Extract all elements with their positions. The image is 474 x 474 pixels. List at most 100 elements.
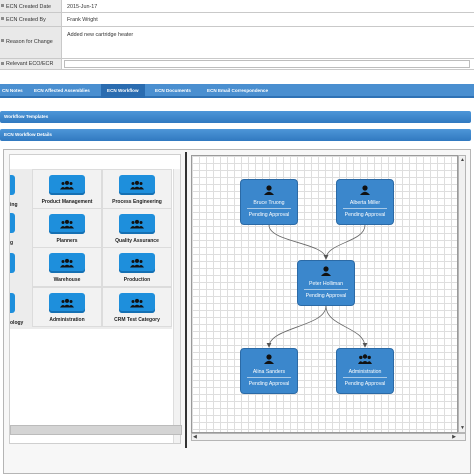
category-label: Warehouse — [53, 277, 81, 283]
category-label: Planners — [56, 238, 78, 244]
form-row-created-date: ECN Created Date 2015-Jun-17 — [0, 0, 474, 13]
category-button[interactable] — [49, 175, 85, 195]
workflow-connector — [323, 224, 366, 260]
category-button[interactable] — [49, 293, 85, 313]
palette-partial-button[interactable] — [10, 175, 15, 195]
created-date-value: 2015-Jun-17 — [67, 4, 98, 10]
user-icon — [264, 185, 274, 195]
field-label: Relevant ECO/ECR — [0, 59, 62, 69]
bullet-icon — [1, 39, 4, 42]
group-icon — [130, 219, 144, 229]
tab-ecn-email-correspondence[interactable]: ECN Email Correspondence — [207, 84, 268, 98]
node-status: Pending Approval — [305, 293, 347, 299]
node-status: Pending Approval — [248, 381, 290, 387]
tab-bar: CN Notes ECN Affected Assemblies ECN Wor… — [0, 84, 474, 98]
scroll-up-arrow-icon[interactable]: ▲ — [460, 157, 465, 163]
category-button[interactable] — [49, 253, 85, 273]
group-icon — [60, 219, 74, 229]
palette-item-product-management[interactable]: Product Management — [32, 169, 102, 209]
canvas-vertical-scrollbar[interactable]: ▲ ▼ — [458, 155, 466, 433]
tab-ecn-affected-assemblies[interactable]: ECN Affected Assemblies — [34, 84, 90, 98]
palette-item-quality-assurance[interactable]: Quality Assurance — [102, 208, 172, 248]
category-label: Administration — [49, 317, 85, 323]
canvas-horizontal-scrollbar[interactable]: ◀ ▶ — [191, 433, 466, 441]
node-name: Peter Holliman — [308, 281, 344, 287]
category-label: Process Engineering — [112, 199, 162, 205]
tab-ecn-documents[interactable]: ECN Documents — [155, 84, 191, 98]
category-button[interactable] — [119, 253, 155, 273]
scroll-left-arrow-icon[interactable]: ◀ — [193, 434, 197, 440]
category-button[interactable] — [119, 175, 155, 195]
category-button[interactable] — [49, 214, 85, 234]
ecn-workflow-screen: ECN Created Date 2015-Jun-17 ECN Created… — [0, 0, 474, 474]
group-icon — [130, 298, 144, 308]
user-icon — [321, 266, 331, 276]
palette-partial-label: g — [10, 240, 14, 246]
group-icon — [358, 354, 372, 364]
workflow-connector — [266, 305, 327, 348]
group-icon — [60, 258, 74, 268]
group-icon — [130, 258, 144, 268]
palette-item-warehouse[interactable]: Warehouse — [32, 247, 102, 287]
palette-partial-button[interactable] — [10, 293, 15, 313]
node-status: Pending Approval — [344, 381, 386, 387]
category-label: CRM Test Category — [114, 317, 160, 323]
palette-item-production[interactable]: Production — [102, 247, 172, 287]
node-divider — [343, 377, 387, 378]
palette-partial-label: ing — [10, 202, 18, 208]
workflow-connector — [268, 224, 329, 260]
palette-item-planners[interactable]: Planners — [32, 208, 102, 248]
bullet-icon — [1, 17, 4, 20]
workflow-node-alina-sanders[interactable]: Alina Sanders Pending Approval — [240, 348, 298, 394]
node-name: Alina Sanders — [252, 369, 286, 375]
node-status: Pending Approval — [344, 212, 386, 218]
field-label: ECN Created Date — [0, 0, 62, 12]
reason-for-change-field[interactable]: Added new cartridge heater — [67, 32, 133, 38]
workflow-node-bruce-truong[interactable]: Bruce Truong Pending Approval — [240, 179, 298, 225]
workflow-details-header[interactable]: ECN Workflow Details — [0, 129, 471, 141]
workflow-node-alberta-miller[interactable]: Alberta Miller Pending Approval — [336, 179, 394, 225]
tab-ecn-notes[interactable]: CN Notes — [2, 84, 23, 98]
palette-item-crm-test-category[interactable]: CRM Test Category — [102, 287, 172, 327]
workflow-canvas[interactable]: Bruce Truong Pending Approval Alberta Mi… — [191, 155, 458, 433]
group-icon — [60, 298, 74, 308]
user-category-palette: ing g ology Product Management Process E… — [9, 154, 181, 444]
form-row-relevant-eco: Relevant ECO/ECR — [0, 59, 474, 70]
category-label: Production — [123, 277, 151, 283]
field-label: ECN Created By — [0, 13, 62, 26]
node-name: Alberta Miller — [349, 200, 381, 206]
workflow-node-administration[interactable]: Administration Pending Approval — [336, 348, 394, 394]
node-divider — [304, 289, 348, 290]
user-icon — [360, 185, 370, 195]
palette-vertical-scrollbar[interactable] — [173, 169, 180, 443]
workflow-node-peter-holliman[interactable]: Peter Holliman Pending Approval — [297, 260, 355, 306]
category-button[interactable] — [119, 293, 155, 313]
relevant-eco-ecr-input[interactable] — [64, 60, 470, 68]
panel-splitter[interactable] — [185, 152, 187, 448]
node-divider — [247, 208, 291, 209]
scroll-down-arrow-icon[interactable]: ▼ — [460, 425, 465, 431]
palette-partial-button[interactable] — [10, 213, 15, 233]
palette-item-administration[interactable]: Administration — [32, 287, 102, 327]
category-label: Product Management — [41, 199, 93, 205]
workflow-templates-header[interactable]: Workflow Templates — [0, 111, 471, 123]
palette-horizontal-scrollbar[interactable] — [10, 425, 182, 435]
group-icon — [60, 180, 74, 190]
form-row-created-by: ECN Created By Frank Wright — [0, 13, 474, 27]
palette-grid: ing g ology Product Management Process E… — [10, 169, 172, 443]
palette-partial-button[interactable] — [10, 253, 15, 273]
category-button[interactable] — [119, 214, 155, 234]
tab-ecn-workflow[interactable]: ECN Workflow — [101, 84, 145, 98]
scroll-right-arrow-icon[interactable]: ▶ — [452, 434, 456, 440]
category-label: Quality Assurance — [115, 238, 159, 244]
palette-item-process-engineering[interactable]: Process Engineering — [102, 169, 172, 209]
field-label: Reason for Change — [0, 27, 62, 58]
user-icon — [264, 354, 274, 364]
node-name: Bruce Truong — [253, 200, 285, 206]
node-status: Pending Approval — [248, 212, 290, 218]
created-by-value: Frank Wright — [67, 17, 98, 23]
node-divider — [343, 208, 387, 209]
palette-partial-label: ology — [10, 320, 24, 326]
bullet-icon — [1, 62, 4, 65]
node-divider — [247, 377, 291, 378]
